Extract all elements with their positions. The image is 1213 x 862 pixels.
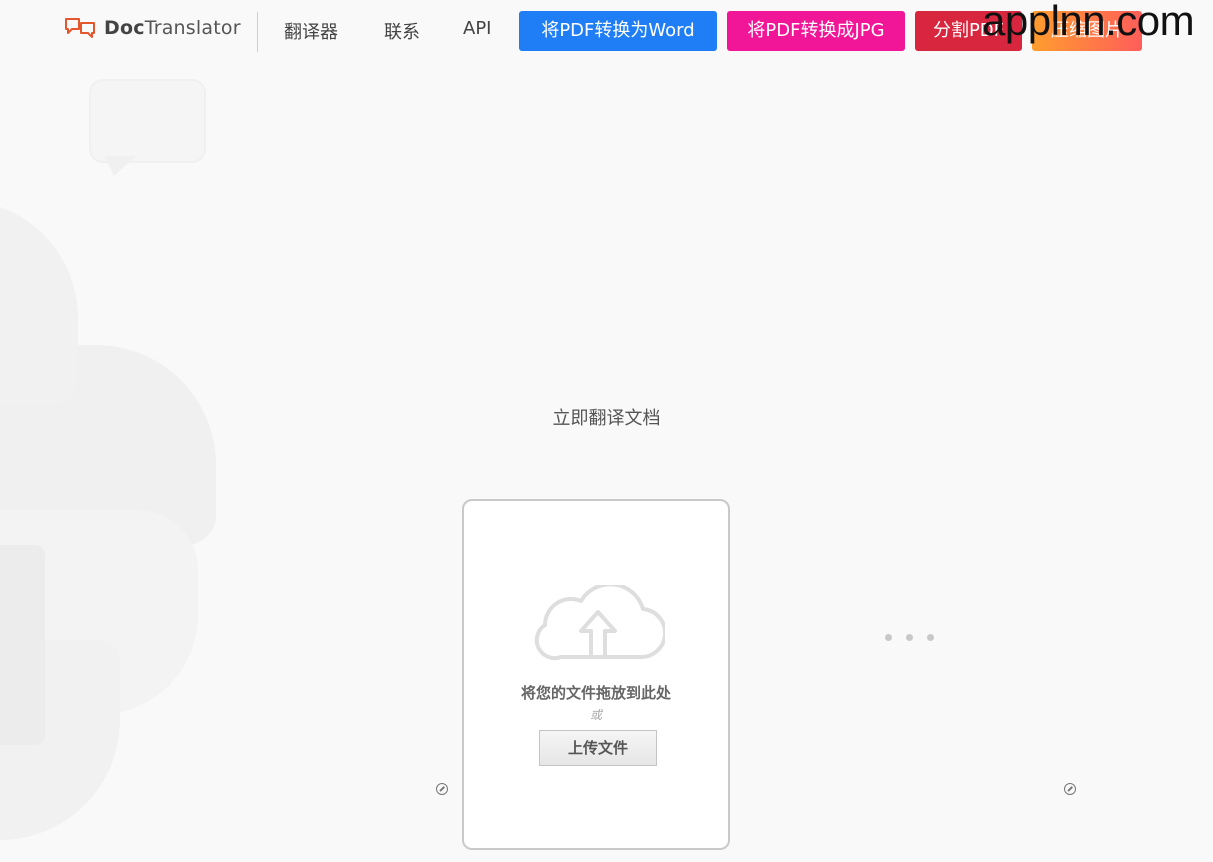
dot — [927, 634, 934, 641]
logo-icon — [65, 18, 95, 38]
pdf-to-jpg-button[interactable]: 将PDF转换成JPG — [727, 11, 905, 51]
top-navbar: DocTranslator 翻译器 联系 API 将PDF转换为Word 将PD… — [0, 0, 1213, 60]
loading-dots-icon — [885, 634, 934, 641]
dot — [885, 634, 892, 641]
page-subtitle: 立即翻译文档 — [552, 408, 661, 429]
logo-text: DocTranslator — [104, 17, 241, 39]
pdf-to-word-button[interactable]: 将PDF转换为Word — [519, 11, 717, 51]
nav-link-api[interactable]: API — [463, 18, 491, 39]
header-divider — [257, 12, 258, 52]
page: DocTranslator 翻译器 联系 API 将PDF转换为Word 将PD… — [0, 0, 1213, 862]
speech-bubble-decoration — [89, 79, 206, 163]
drop-instruction: 将您的文件拖放到此处 — [520, 684, 671, 702]
speech-bubble-tail-decoration — [104, 156, 136, 176]
watermark-text: applnn.com — [982, 0, 1195, 44]
nav-link-contact[interactable]: 联系 — [384, 18, 420, 44]
dot — [906, 634, 913, 641]
no-entry-icon — [1064, 783, 1076, 795]
cloud-upload-icon — [534, 585, 665, 661]
or-separator: 或 — [589, 708, 602, 722]
background-shape — [0, 545, 45, 745]
no-entry-icon — [436, 783, 448, 795]
nav-link-translator[interactable]: 翻译器 — [284, 18, 338, 44]
upload-file-button[interactable]: 上传文件 — [539, 730, 657, 766]
file-dropzone[interactable]: 将您的文件拖放到此处 或 上传文件 — [462, 499, 730, 850]
background-shape — [0, 200, 78, 405]
logo[interactable]: DocTranslator — [64, 16, 241, 40]
